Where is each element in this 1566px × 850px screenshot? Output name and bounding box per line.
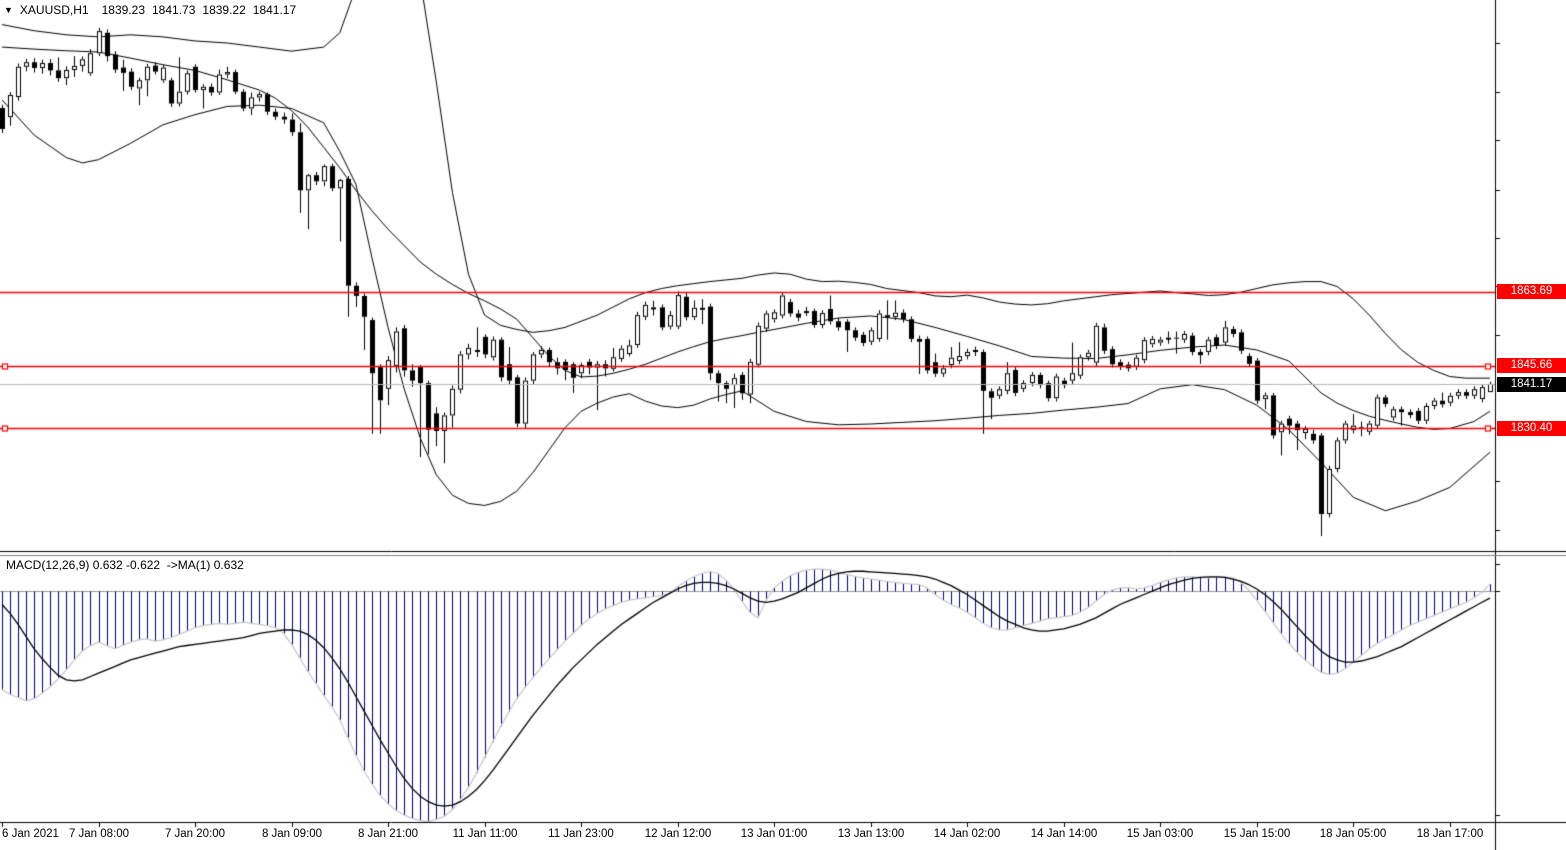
time-axis-label: 14 Jan 14:00 — [1031, 828, 1098, 840]
time-axis-label: 18 Jan 17:00 — [1417, 828, 1484, 840]
h-line-handle[interactable] — [1486, 424, 1495, 433]
macd-axis[interactable]: 3.2290.00-20.819 — [1496, 556, 1566, 822]
symbol-period-label: XAUUSD,H1 — [20, 3, 89, 17]
time-axis-label: 14 Jan 02:00 — [934, 828, 1001, 840]
time-axis-label: 6 Jan 2021 — [2, 828, 59, 840]
panel-divider[interactable] — [0, 548, 1566, 558]
h-line-handle[interactable] — [1486, 361, 1495, 370]
time-axis-label: 8 Jan 21:00 — [358, 828, 418, 840]
h-line-handle[interactable] — [3, 424, 12, 433]
h-line-price-tag[interactable]: 1845.66 — [1497, 358, 1566, 373]
price-axis[interactable]: 1924.501912.501900.701888.701876.901865.… — [1496, 0, 1566, 551]
time-axis-label: 7 Jan 08:00 — [69, 828, 129, 840]
trading-chart-window: ▼ XAUUSD,H1 1839.23 1841.73 1839.22 1841… — [0, 0, 1566, 850]
h-line-price-tag[interactable]: 1830.40 — [1497, 421, 1566, 436]
time-axis-label: 15 Jan 15:00 — [1224, 828, 1291, 840]
time-axis-label: 11 Jan 11:00 — [453, 828, 518, 840]
time-axis-label: 7 Jan 20:00 — [165, 828, 225, 840]
chart-title: ▼ XAUUSD,H1 1839.23 1841.73 1839.22 1841… — [4, 3, 296, 17]
time-axis-label: 8 Jan 09:00 — [262, 828, 322, 840]
time-axis-label: 12 Jan 12:00 — [645, 828, 712, 840]
time-axis[interactable]: 6 Jan 2021 7 Jan 08:00 7 Jan 20:00 8 Jan 09… — [0, 823, 1566, 850]
h-line-price-tag[interactable]: 1863.69 — [1497, 284, 1566, 299]
ohlc-open: 1839.23 — [102, 3, 145, 17]
chart-canvas[interactable] — [0, 0, 1566, 850]
macd-indicator-label: MACD(12,26,9) 0.632 -0.622 ->MA(1) 0.632 — [6, 558, 244, 572]
ohlc-high: 1841.73 — [152, 3, 195, 17]
symbol-dropdown-icon: ▼ — [4, 5, 13, 15]
time-axis-label: 13 Jan 01:00 — [741, 828, 808, 840]
time-axis-label: 13 Jan 13:00 — [838, 828, 905, 840]
ohlc-low: 1839.22 — [202, 3, 245, 17]
time-axis-label: 18 Jan 05:00 — [1320, 828, 1387, 840]
time-axis-label: 11 Jan 23:00 — [548, 828, 614, 840]
current-price-tag: 1841.17 — [1497, 377, 1566, 392]
time-axis-label: 15 Jan 03:00 — [1127, 828, 1194, 840]
ohlc-close: 1841.17 — [253, 3, 296, 17]
h-line-handle[interactable] — [3, 361, 12, 370]
